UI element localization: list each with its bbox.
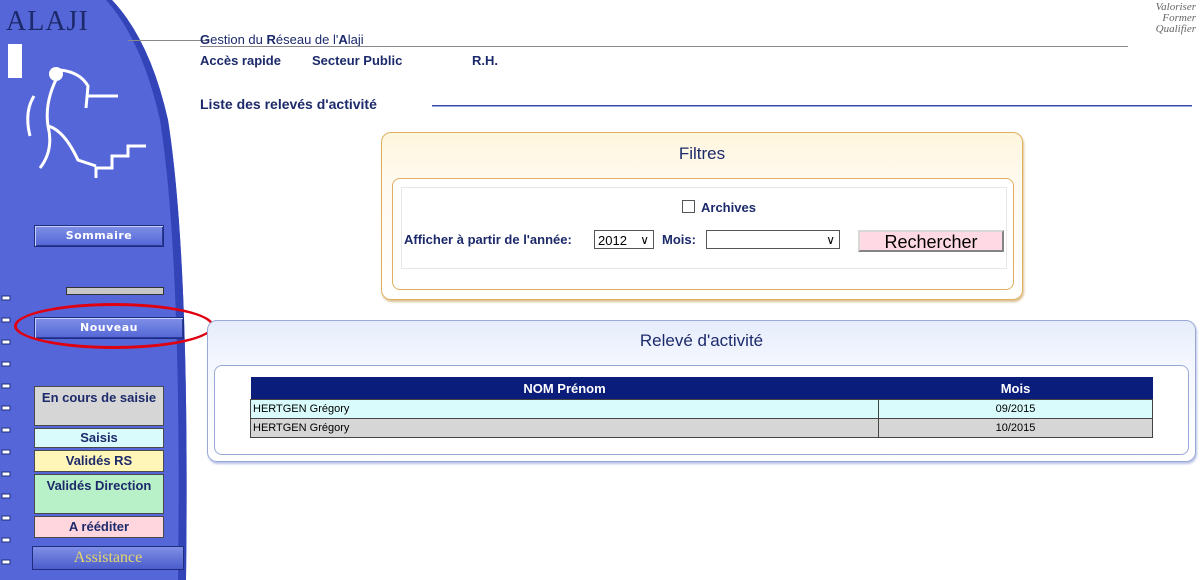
archives-checkbox[interactable] [682, 200, 695, 213]
table-row[interactable]: HERTGEN Grégory 09/2015 [250, 399, 1153, 419]
assistance-button[interactable]: Assistance [32, 546, 184, 570]
app-title: Gestion du Réseau de l'Alaji [200, 32, 364, 47]
logo: ALAJI [6, 6, 89, 37]
archives-option: Archives [682, 200, 756, 215]
status-valides-rs[interactable]: Validés RS [34, 450, 164, 472]
cell-name[interactable]: HERTGEN Grégory [250, 418, 879, 438]
column-header-month[interactable]: Mois [878, 377, 1153, 400]
cell-name[interactable]: HERTGEN Grégory [250, 399, 879, 419]
activity-panel: Relevé d'activité NOM Prénom Mois HERTGE… [207, 320, 1196, 462]
header-divider [200, 46, 1128, 47]
status-saisis[interactable]: Saisis [34, 428, 164, 448]
nav-rh[interactable]: R.H. [472, 53, 498, 68]
month-label: Mois: [662, 232, 696, 247]
logo-accent [8, 44, 22, 78]
page-title: Liste des relevés d'activité [200, 96, 377, 112]
archives-label: Archives [701, 200, 756, 215]
nav-secteur-public[interactable]: Secteur Public [312, 53, 402, 68]
search-button[interactable]: Rechercher [858, 230, 1004, 252]
header-divider-left [128, 40, 208, 41]
month-select[interactable]: ∨ [706, 230, 840, 249]
chevron-down-icon: ∨ [640, 233, 649, 247]
filters-panel: Filtres Archives Afficher à partir de l'… [381, 132, 1023, 300]
filters-form: Archives Afficher à partir de l'année: 2… [401, 187, 1007, 269]
year-select[interactable]: 2012 ∨ [594, 230, 654, 249]
activity-table: NOM Prénom Mois HERTGEN Grégory 09/2015 … [250, 377, 1153, 438]
status-a-reediter[interactable]: A rééditer [34, 516, 164, 538]
title-underline-shadow [432, 106, 1192, 107]
separator-bar [66, 287, 164, 295]
table-row[interactable]: HERTGEN Grégory 10/2015 [250, 418, 1153, 438]
year-label: Afficher à partir de l'année: [404, 232, 572, 247]
sidebar: ALAJI Sommaire Nouveau En cours de saisi… [0, 0, 210, 580]
highlight-annotation [14, 303, 214, 349]
status-en-cours-de-saisie[interactable]: En cours de saisie [34, 386, 164, 426]
cell-month[interactable]: 10/2015 [878, 418, 1153, 438]
cell-month[interactable]: 09/2015 [878, 399, 1153, 419]
tagline: Valoriser Former Qualifier [1155, 1, 1196, 35]
chevron-down-icon: ∨ [826, 233, 835, 247]
activity-body: NOM Prénom Mois HERTGEN Grégory 09/2015 … [214, 365, 1189, 455]
column-header-name[interactable]: NOM Prénom [250, 377, 879, 400]
nav-acces-rapide[interactable]: Accès rapide [200, 53, 281, 68]
filters-body: Archives Afficher à partir de l'année: 2… [392, 178, 1014, 290]
status-valides-direction[interactable]: Validés Direction [34, 474, 164, 514]
filters-title: Filtres [678, 144, 726, 163]
activity-title: Relevé d'activité [639, 331, 764, 350]
sommaire-button[interactable]: Sommaire [34, 225, 164, 247]
